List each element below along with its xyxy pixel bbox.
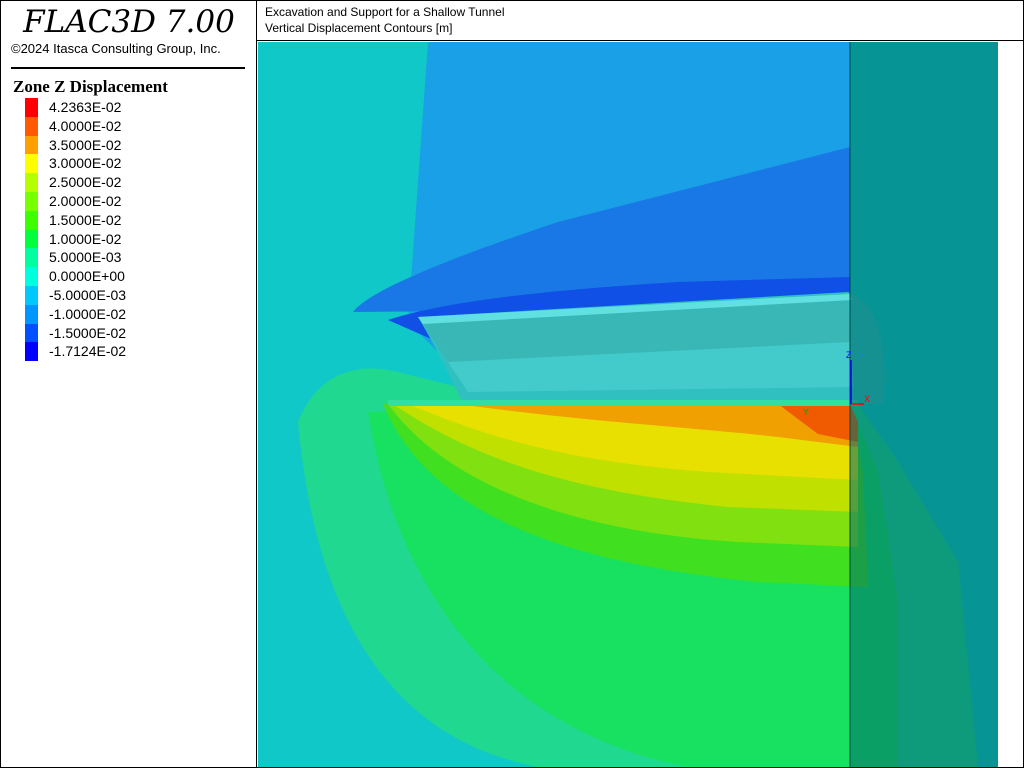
viewport-margin	[998, 42, 1023, 767]
legend-swatch	[25, 98, 38, 117]
legend-item: 4.0000E-02	[25, 116, 205, 136]
legend-label: -1.0000E-02	[49, 305, 127, 322]
legend-swatch	[25, 285, 38, 305]
plot-subtitle: Vertical Displacement Contours [m]	[265, 21, 453, 35]
legend-swatch	[25, 304, 38, 324]
legend-swatch	[25, 229, 38, 249]
legend-swatch	[25, 210, 38, 230]
legend-swatch	[25, 323, 38, 343]
legend-swatch	[25, 173, 38, 192]
legend-swatch	[25, 248, 38, 268]
legend-label: -1.5000E-02	[49, 324, 127, 341]
app-window: FLAC3D 7.00 ©2024 Itasca Consulting Grou…	[0, 0, 1024, 768]
legend-item: 2.5000E-02	[25, 173, 205, 192]
plot-title: Excavation and Support for a Shallow Tun…	[265, 5, 505, 19]
legend-item: 3.0000E-02	[25, 154, 205, 174]
legend-title: Zone Z Displacement	[13, 77, 168, 96]
legend-label: 3.5000E-02	[49, 136, 122, 153]
legend-label: 5.0000E-03	[49, 249, 122, 266]
legend-label: 4.0000E-02	[49, 117, 122, 134]
legend-label: 1.5000E-02	[49, 211, 122, 228]
legend-label: 2.5000E-02	[49, 174, 122, 191]
legend-item: 1.0000E-02	[25, 229, 205, 249]
legend-swatch	[25, 116, 38, 136]
displacement-contour-plot[interactable]: Z X Y	[258, 42, 1023, 767]
z-axis-label: Z	[846, 350, 852, 360]
plot-header: Excavation and Support for a Shallow Tun…	[257, 1, 1023, 41]
legend-item: -1.0000E-02	[25, 304, 205, 324]
legend-item: 2.0000E-02	[25, 191, 205, 211]
legend-panel: FLAC3D 7.00 ©2024 Itasca Consulting Grou…	[1, 1, 257, 767]
legend-label: -5.0000E-03	[49, 286, 127, 303]
legend-label: 0.0000E+00	[49, 268, 125, 285]
tunnel-invert	[388, 400, 858, 406]
legend-item: 4.2363E-02	[25, 98, 205, 117]
legend-swatch	[25, 267, 38, 286]
legend-label: 2.0000E-02	[49, 192, 122, 209]
legend-item: 1.5000E-02	[25, 210, 205, 230]
shaded-side-region	[850, 42, 998, 767]
legend-swatch	[25, 135, 38, 155]
divider	[11, 67, 245, 69]
legend-item: 0.0000E+00	[25, 267, 205, 286]
legend-label: 3.0000E-02	[49, 155, 122, 172]
app-title: FLAC3D 7.00	[23, 4, 235, 40]
model-viewport[interactable]: Z X Y	[258, 42, 1023, 767]
legend-swatch	[25, 154, 38, 174]
legend-label: -1.7124E-02	[49, 343, 127, 360]
legend-item: 3.5000E-02	[25, 135, 205, 155]
legend-label: 1.0000E-02	[49, 230, 122, 247]
y-axis-label: Y	[803, 407, 809, 417]
x-axis-label: X	[864, 394, 870, 404]
legend-item: -1.7124E-02	[25, 342, 205, 362]
legend-item: -1.5000E-02	[25, 323, 205, 343]
legend-item: 5.0000E-03	[25, 248, 205, 268]
contour-legend: 4.2363E-02 4.0000E-02 3.5000E-02 3.0000E-02…	[25, 98, 205, 362]
legend-swatch	[25, 342, 38, 362]
legend-swatch	[25, 191, 38, 211]
legend-item: -5.0000E-03	[25, 285, 205, 305]
legend-label: 4.2363E-02	[49, 99, 122, 115]
copyright-text: ©2024 Itasca Consulting Group, Inc.	[11, 41, 221, 56]
